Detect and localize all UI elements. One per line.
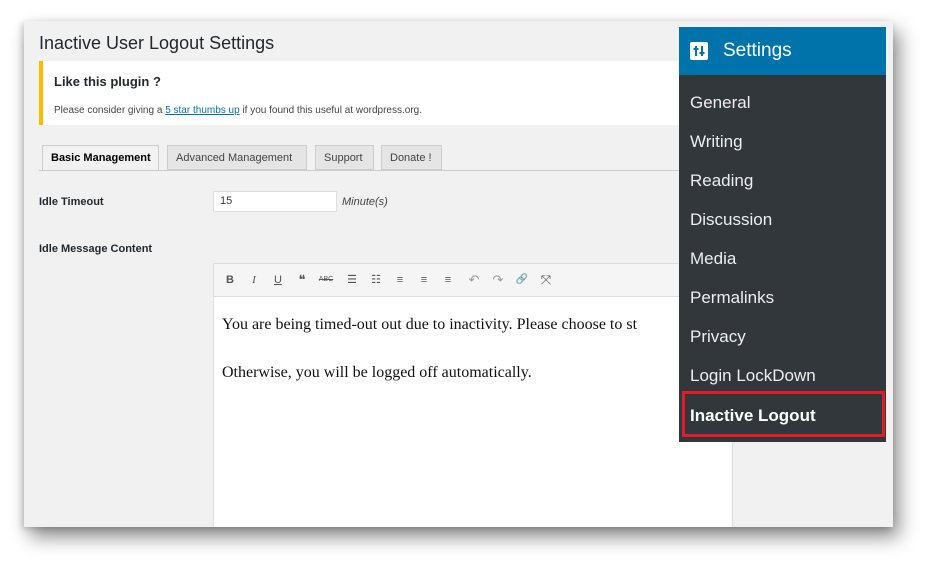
- idle-timeout-input[interactable]: 15: [213, 191, 337, 212]
- align-left-button[interactable]: ≡: [392, 272, 408, 288]
- page-title: Inactive User Logout Settings: [39, 33, 275, 53]
- submenu-item-login-lockdown[interactable]: Login LockDown: [690, 366, 816, 386]
- tabs-divider: [39, 170, 719, 171]
- submenu-item-privacy[interactable]: Privacy: [690, 327, 746, 347]
- submenu-item-writing[interactable]: Writing: [690, 132, 743, 152]
- screenshot-frame: Inactive User Logout Settings Like this …: [24, 21, 893, 527]
- bullet-list-button[interactable]: ☰: [344, 272, 360, 288]
- editor-paragraph: Otherwise, you will be logged off automa…: [222, 364, 532, 381]
- submenu-item-reading[interactable]: Reading: [690, 171, 753, 191]
- redo-button[interactable]: ↷: [490, 272, 506, 288]
- editor-toolbar: B I U ❝ ABC ☰ ☷ ≡ ≡ ≡ ↶ ↷ 🔗 ⤧: [214, 264, 732, 297]
- rating-link[interactable]: 5 star thumbs up: [165, 105, 239, 116]
- align-center-button[interactable]: ≡: [416, 272, 432, 288]
- strikethrough-button[interactable]: ABC: [318, 272, 334, 288]
- notice-text: Please consider giving a 5 star thumbs u…: [54, 105, 422, 116]
- notice-text-after: if you found this useful at wordpress.or…: [239, 105, 422, 116]
- tab-support[interactable]: Support: [315, 145, 374, 170]
- bold-button[interactable]: B: [222, 272, 238, 288]
- underline-button[interactable]: U: [270, 272, 286, 288]
- settings-menu-title: Settings: [723, 40, 792, 61]
- idle-timeout-label: Idle Timeout: [39, 196, 104, 208]
- settings-sliders-icon: [690, 42, 708, 60]
- idle-timeout-unit: Minute(s): [342, 196, 388, 208]
- submenu-item-general[interactable]: General: [690, 93, 750, 113]
- align-right-button[interactable]: ≡: [440, 272, 456, 288]
- italic-button[interactable]: I: [246, 272, 262, 288]
- notice-title: Like this plugin ?: [54, 74, 161, 89]
- tab-donate[interactable]: Donate !: [381, 145, 442, 170]
- submenu-item-discussion[interactable]: Discussion: [690, 210, 772, 230]
- settings-submenu: Settings General Writing Reading Discuss…: [679, 27, 886, 442]
- submenu-item-media[interactable]: Media: [690, 249, 736, 269]
- editor-paragraph: You are being timed-out out due to inact…: [222, 316, 638, 333]
- tab-basic-management[interactable]: Basic Management: [42, 145, 159, 171]
- fullscreen-button[interactable]: ⤧: [538, 272, 554, 288]
- numbered-list-button[interactable]: ☷: [368, 272, 384, 288]
- plugin-notice: Like this plugin ? Please consider givin…: [39, 61, 723, 125]
- tab-advanced-management[interactable]: Advanced Management: [167, 145, 307, 170]
- link-button[interactable]: 🔗: [514, 272, 530, 288]
- undo-button[interactable]: ↶: [466, 272, 482, 288]
- blockquote-button[interactable]: ❝: [294, 272, 310, 288]
- settings-menu-header[interactable]: Settings: [679, 27, 886, 75]
- editor-content[interactable]: You are being timed-out out due to inact…: [222, 316, 637, 412]
- inactive-logout-highlight: [682, 391, 885, 437]
- notice-text-before: Please consider giving a: [54, 105, 166, 116]
- idle-message-label: Idle Message Content: [39, 243, 153, 255]
- message-editor[interactable]: B I U ❝ ABC ☰ ☷ ≡ ≡ ≡ ↶ ↷ 🔗 ⤧ You are be…: [213, 263, 733, 527]
- submenu-item-permalinks[interactable]: Permalinks: [690, 288, 774, 308]
